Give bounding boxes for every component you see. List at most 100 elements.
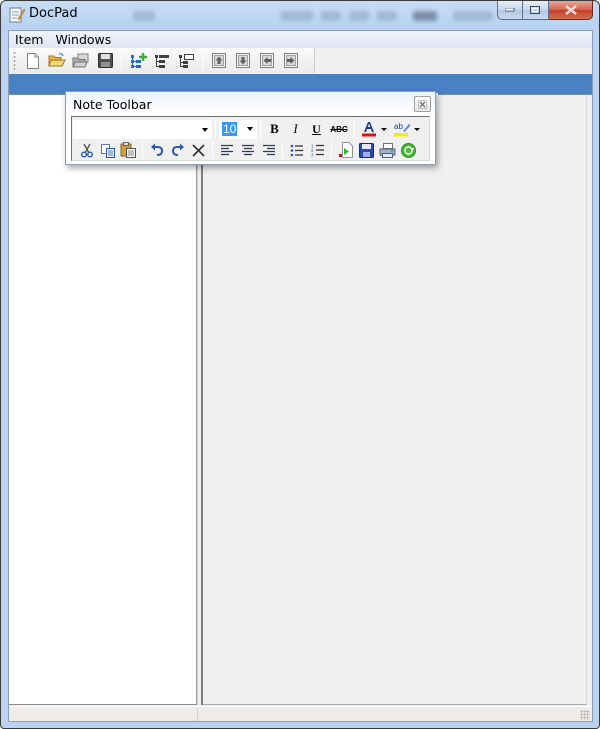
note-editor-pane[interactable] — [203, 95, 587, 705]
save-disk-icon — [359, 142, 374, 158]
copy-icon — [100, 143, 115, 158]
maximize-button[interactable] — [523, 1, 549, 20]
tree-node-icon — [154, 54, 169, 68]
italic-icon: I — [293, 121, 298, 136]
toolbar-separator — [212, 141, 213, 159]
font-color-button[interactable] — [358, 119, 379, 139]
numbered-list-button[interactable]: 123 — [307, 140, 328, 160]
note-toolbar-title[interactable]: Note Toolbar — [73, 97, 152, 112]
move-up-button[interactable] — [207, 50, 231, 72]
add-node-button[interactable] — [126, 50, 150, 72]
move-left-button[interactable] — [255, 50, 279, 72]
arrow-down-icon — [236, 53, 250, 68]
menu-bar: Item Windows — [9, 31, 592, 48]
delete-button[interactable] — [188, 140, 209, 160]
align-left-button[interactable] — [216, 140, 237, 160]
close-icon — [418, 99, 427, 109]
delete-x-icon — [192, 143, 205, 157]
minimize-icon — [505, 8, 515, 12]
resize-grip[interactable] — [580, 710, 590, 720]
align-left-icon — [220, 144, 233, 156]
status-separator — [197, 708, 198, 721]
window-title: DocPad — [29, 6, 78, 21]
bullet-list-button[interactable] — [286, 140, 307, 160]
font-size-combo[interactable]: 10 — [219, 119, 257, 139]
open-recent-button[interactable] — [69, 50, 93, 72]
svg-text:3: 3 — [311, 153, 314, 158]
copy-button[interactable] — [97, 140, 118, 160]
insert-file-button[interactable] — [335, 140, 356, 160]
toolbar-separator — [282, 141, 283, 159]
note-toolbar-window: Note Toolbar 10 B I U ABC ab 1 2 3 — [65, 91, 436, 165]
close-icon — [564, 5, 577, 15]
align-right-button[interactable] — [258, 140, 279, 160]
save-note-button[interactable] — [356, 140, 377, 160]
strikethrough-button[interactable]: ABC — [327, 119, 351, 139]
toolbar-grip[interactable] — [13, 51, 16, 70]
toolbar-separator — [215, 120, 216, 138]
scissors-icon — [80, 143, 93, 157]
move-down-button[interactable] — [231, 50, 255, 72]
arrow-right-icon — [284, 53, 298, 68]
minimize-button[interactable] — [497, 1, 523, 20]
toolbar-separator — [260, 120, 261, 138]
paste-icon — [120, 142, 136, 158]
arrow-left-icon — [260, 53, 274, 68]
paste-button[interactable] — [118, 140, 139, 160]
tree-node-button[interactable] — [150, 50, 174, 72]
tree-pane[interactable] — [9, 95, 197, 705]
font-color-dropdown[interactable] — [379, 119, 388, 139]
bold-icon: B — [270, 121, 279, 136]
open-folder-icon — [48, 53, 66, 67]
font-name-combo[interactable] — [73, 119, 212, 139]
underline-button[interactable]: U — [306, 119, 327, 139]
undo-button[interactable] — [146, 140, 167, 160]
app-icon — [9, 7, 25, 23]
close-button[interactable] — [549, 1, 593, 20]
note-toolbar-row-edit: 123 — [76, 139, 419, 161]
move-right-button[interactable] — [279, 50, 303, 72]
italic-button[interactable]: I — [285, 119, 306, 139]
menu-item-windows[interactable]: Windows — [49, 32, 117, 47]
note-toolbar-body: 10 B I U ABC ab 1 2 3 — [71, 116, 430, 161]
font-size-value: 10 — [222, 121, 238, 136]
toolbar-separator — [142, 141, 143, 159]
menu-item-item[interactable]: Item — [9, 32, 49, 47]
chevron-down-icon — [247, 126, 253, 131]
status-bar — [9, 706, 592, 721]
toolbar-separator — [331, 141, 332, 159]
highlight-dropdown[interactable] — [412, 119, 421, 139]
blurred-background — [413, 11, 437, 21]
blurred-background — [281, 11, 313, 21]
new-document-button[interactable] — [21, 50, 45, 72]
save-disk-icon — [97, 53, 113, 68]
bold-button[interactable]: B — [264, 119, 285, 139]
main-toolbar — [9, 48, 315, 73]
chevron-down-icon — [413, 127, 420, 131]
refresh-button[interactable] — [398, 140, 419, 160]
new-document-icon — [27, 52, 39, 69]
arrow-up-icon — [212, 53, 226, 68]
cut-button[interactable] — [76, 140, 97, 160]
numbered-list-icon: 123 — [311, 144, 324, 158]
blurred-background — [377, 11, 397, 21]
blurred-background — [349, 11, 369, 21]
highlight-icon: ab — [393, 122, 410, 137]
align-center-button[interactable] — [237, 140, 258, 160]
note-toolbar-close-button[interactable] — [414, 96, 431, 112]
print-button[interactable] — [377, 140, 398, 160]
tree-node-alt-button[interactable] — [174, 50, 198, 72]
printer-icon — [379, 142, 396, 158]
redo-button[interactable] — [167, 140, 188, 160]
toolbar-separator — [202, 51, 203, 70]
blurred-background — [321, 11, 341, 21]
redo-icon — [171, 143, 184, 156]
open-folder-button[interactable] — [45, 50, 69, 72]
insert-file-icon — [338, 142, 353, 158]
strikethrough-icon: ABC — [330, 124, 348, 134]
title-bar[interactable]: DocPad — [1, 1, 599, 29]
svg-text:ab: ab — [394, 122, 403, 131]
highlight-button[interactable]: ab — [391, 119, 412, 139]
align-center-icon — [241, 144, 254, 156]
save-button[interactable] — [93, 50, 117, 72]
